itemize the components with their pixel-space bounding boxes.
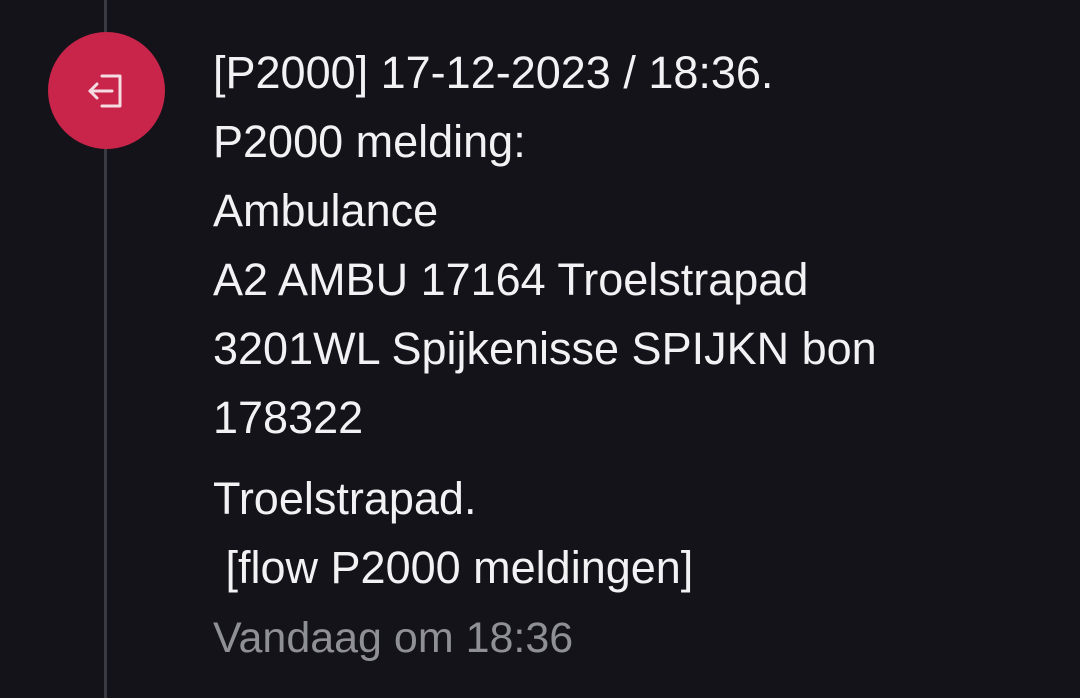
message-unit-line: A2 AMBU 17164 Troelstrapad [213, 254, 809, 305]
message-service-line: Ambulance [213, 185, 439, 236]
event-badge[interactable] [48, 32, 165, 149]
timeline-screen: [P2000] 17-12-2023 / 18:36. P2000 meldin… [0, 0, 1080, 698]
logout-arrow-icon [88, 74, 121, 107]
message-type-line: P2000 melding: [213, 116, 526, 167]
message-flow-line: [flow P2000 meldingen] [213, 542, 694, 593]
message-bon-number: 178322 [213, 392, 364, 443]
message-timestamp: Vandaag om 18:36 [213, 614, 574, 662]
message-address-line: 3201WL Spijkenisse SPIJKN bon [213, 323, 877, 374]
notification-message[interactable]: [P2000] 17-12-2023 / 18:36. P2000 meldin… [213, 38, 1063, 674]
message-location-line: Troelstrapad. [213, 473, 477, 524]
message-header-line: [P2000] 17-12-2023 / 18:36. [213, 47, 774, 98]
